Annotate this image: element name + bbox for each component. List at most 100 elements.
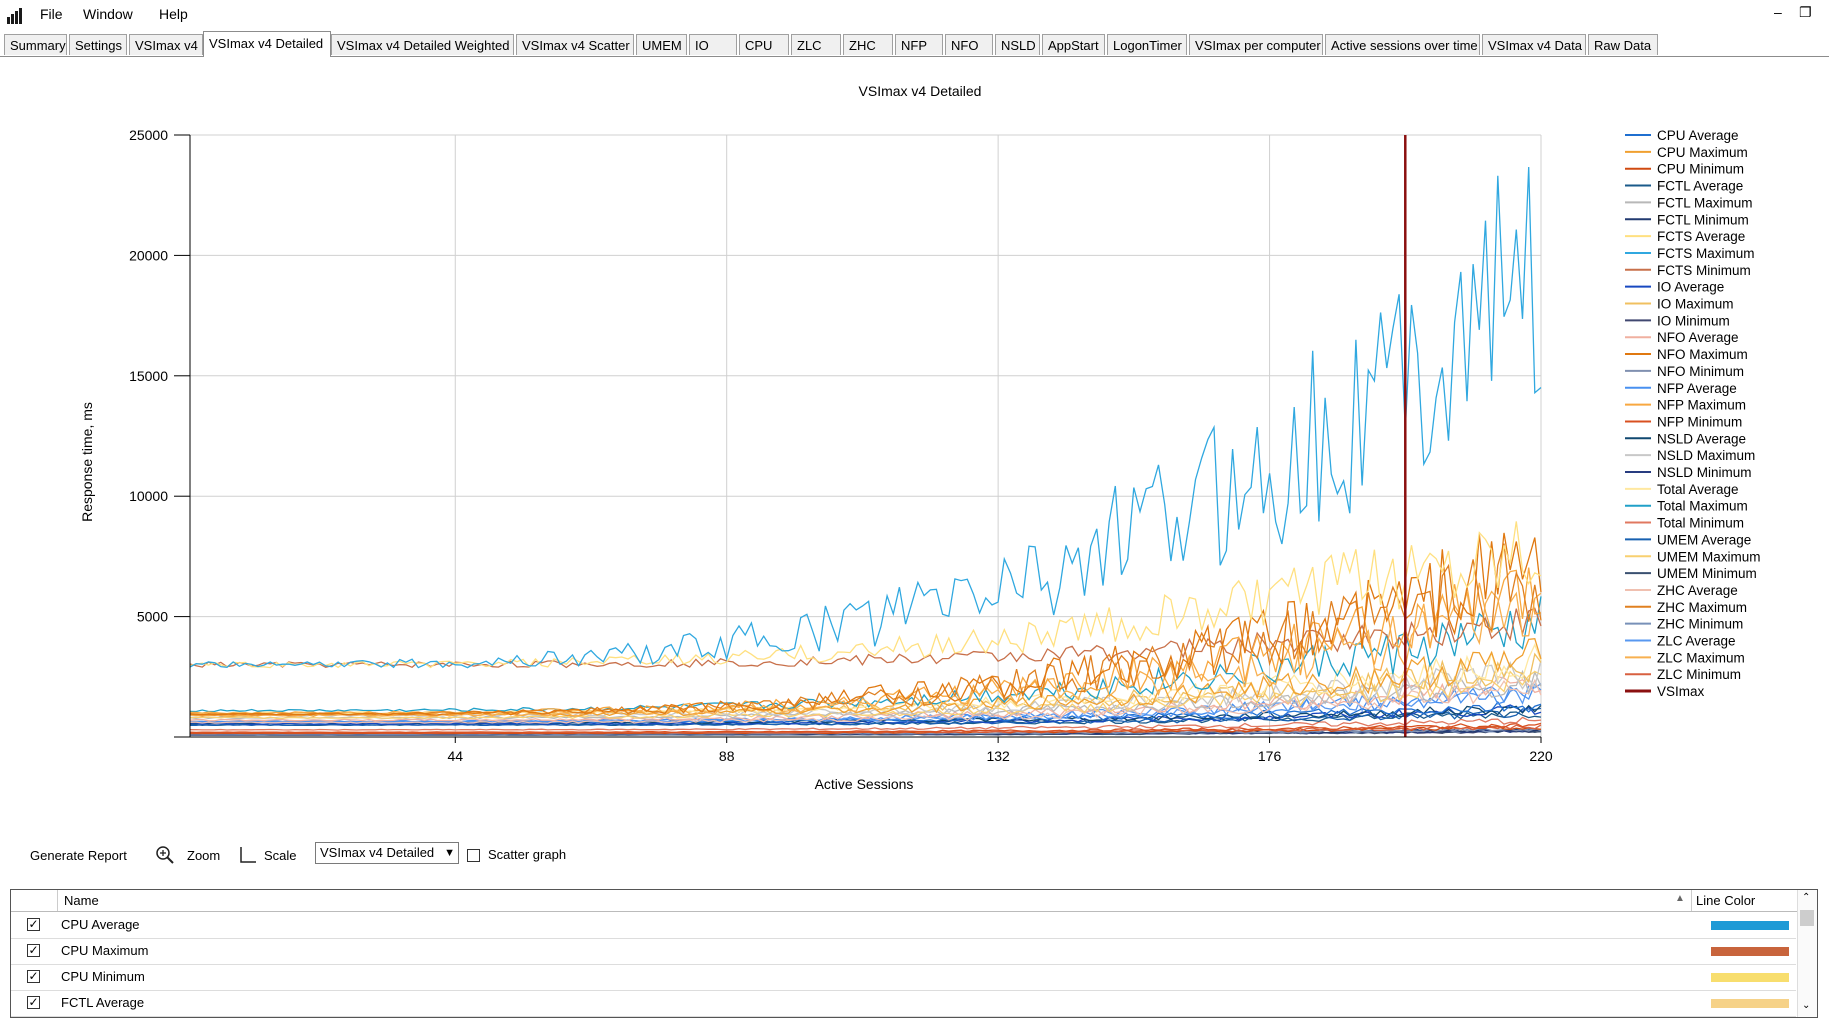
legend-entry[interactable]: ZHC Minimum xyxy=(1657,617,1743,632)
tab-vsimax-v4[interactable]: VSImax v4 xyxy=(129,34,203,55)
zoom-icon[interactable] xyxy=(155,845,175,865)
tab-io[interactable]: IO xyxy=(689,34,737,55)
legend-entry[interactable]: UMEM Average xyxy=(1657,532,1751,547)
zoom-button[interactable]: Zoom xyxy=(187,848,220,863)
y-tick-label: 20000 xyxy=(129,247,168,263)
minimize-icon[interactable]: – xyxy=(1774,4,1782,20)
legend-entry[interactable]: IO Minimum xyxy=(1657,313,1730,328)
row-visible-checkbox[interactable]: ✓ xyxy=(27,918,40,931)
tab-zhc[interactable]: ZHC xyxy=(843,34,893,55)
legend-entry[interactable]: FCTS Minimum xyxy=(1657,263,1751,278)
legend-entry[interactable]: CPU Minimum xyxy=(1657,162,1744,177)
sort-ascending-icon: ▲ xyxy=(1675,893,1685,904)
scatter-graph-checkbox[interactable] xyxy=(467,849,480,862)
tab-cpu[interactable]: CPU xyxy=(739,34,789,55)
series-line-8 xyxy=(189,607,1542,669)
app-bar-chart-icon xyxy=(7,8,22,24)
y-tick-label: 15000 xyxy=(129,368,168,384)
generate-report-button[interactable]: Generate Report xyxy=(30,848,127,863)
tab-logontimer[interactable]: LogonTimer xyxy=(1107,34,1187,55)
legend-entry[interactable]: IO Average xyxy=(1657,280,1724,295)
tab-summary[interactable]: Summary xyxy=(4,34,67,55)
legend-entry[interactable]: FCTS Average xyxy=(1657,229,1745,244)
legend-entry[interactable]: FCTS Maximum xyxy=(1657,246,1755,261)
tab-active-sessions-over-time[interactable]: Active sessions over time xyxy=(1325,34,1480,55)
legend-entry[interactable]: ZHC Maximum xyxy=(1657,600,1747,615)
legend-entry[interactable]: NFO Minimum xyxy=(1657,364,1744,379)
menu-window[interactable]: Window xyxy=(83,6,133,22)
y-tick-label: 5000 xyxy=(137,609,168,625)
legend-entry[interactable]: FCTL Average xyxy=(1657,179,1743,194)
tab-zlc[interactable]: ZLC xyxy=(791,34,841,55)
legend-entry[interactable]: Total Average xyxy=(1657,482,1739,497)
chart-y-axis-label: Response time, ms xyxy=(79,402,95,522)
legend-entry[interactable]: ZHC Average xyxy=(1657,583,1738,598)
legend-entry[interactable]: Total Maximum xyxy=(1657,499,1748,514)
legend-entry[interactable]: ZLC Maximum xyxy=(1657,650,1745,665)
legend-entry[interactable]: FCTL Minimum xyxy=(1657,212,1749,227)
tab-nfp[interactable]: NFP xyxy=(895,34,943,55)
legend-entry[interactable]: UMEM Maximum xyxy=(1657,549,1761,564)
row-series-name: FCTL Average xyxy=(61,995,145,1010)
legend-entry[interactable]: IO Maximum xyxy=(1657,297,1734,312)
restore-icon[interactable]: ❐ xyxy=(1799,4,1812,21)
tab-appstart[interactable]: AppStart xyxy=(1042,34,1105,55)
chart-title: VSImax v4 Detailed xyxy=(859,83,982,99)
view-select-dropdown[interactable]: VSImax v4 Detailed ▼ xyxy=(315,842,459,864)
tab-vsimax-v4-detailed[interactable]: VSImax v4 Detailed xyxy=(203,31,331,57)
menu-file[interactable]: File xyxy=(40,6,63,22)
scroll-down-icon[interactable]: ⌄ xyxy=(1802,1000,1810,1011)
tab-vsimax-per-computer[interactable]: VSImax per computer xyxy=(1189,34,1323,55)
row-line-color-swatch[interactable] xyxy=(1711,999,1789,1008)
legend-entry[interactable]: NFP Average xyxy=(1657,381,1737,396)
scroll-thumb[interactable] xyxy=(1800,910,1814,926)
legend-entry[interactable]: FCTL Maximum xyxy=(1657,195,1753,210)
grid-col-name[interactable]: Name xyxy=(64,893,99,908)
chart-legend[interactable]: CPU Average CPU Maximum CPU Minimum FCTL Av… xyxy=(1625,128,1761,699)
legend-entry[interactable]: UMEM Minimum xyxy=(1657,566,1757,581)
table-row[interactable]: ✓ CPU Average xyxy=(11,912,1796,939)
row-series-name: CPU Average xyxy=(61,917,140,932)
legend-entry[interactable]: NFP Minimum xyxy=(1657,414,1742,429)
table-row[interactable]: ✓ FCTL Average xyxy=(11,990,1796,1017)
row-visible-checkbox[interactable]: ✓ xyxy=(27,944,40,957)
tab-settings[interactable]: Settings xyxy=(69,34,127,55)
chart-series xyxy=(189,135,1542,737)
tab-raw-data[interactable]: Raw Data xyxy=(1588,34,1658,55)
legend-entry[interactable]: NFO Maximum xyxy=(1657,347,1748,362)
legend-entry[interactable]: CPU Maximum xyxy=(1657,145,1748,160)
vsimax-chart[interactable]: VSImax v4 Detailed Active Sessions Respo… xyxy=(0,57,1829,817)
scale-button[interactable]: Scale xyxy=(264,848,297,863)
tab-vsimax-v4-scatter[interactable]: VSImax v4 Scatter xyxy=(516,34,634,55)
row-line-color-swatch[interactable] xyxy=(1711,921,1789,930)
x-tick-label: 132 xyxy=(986,748,1010,764)
table-row[interactable]: ✓ CPU Minimum xyxy=(11,964,1796,991)
legend-entry[interactable]: VSImax xyxy=(1657,684,1705,699)
row-visible-checkbox[interactable]: ✓ xyxy=(27,996,40,1009)
scale-axis-icon[interactable] xyxy=(238,845,258,865)
legend-entry[interactable]: ZLC Minimum xyxy=(1657,667,1741,682)
view-select-value: VSImax v4 Detailed xyxy=(320,845,435,860)
menu-help[interactable]: Help xyxy=(159,6,188,22)
scroll-up-icon[interactable]: ⌃ xyxy=(1802,892,1810,903)
tab-nsld[interactable]: NSLD xyxy=(995,34,1040,55)
tab-vsimax-v4-data[interactable]: VSImax v4 Data xyxy=(1482,34,1586,55)
tab-vsimax-v4-detailed-weighted[interactable]: VSImax v4 Detailed Weighted xyxy=(331,34,514,55)
legend-entry[interactable]: CPU Average xyxy=(1657,128,1739,143)
legend-entry[interactable]: ZLC Average xyxy=(1657,634,1736,649)
legend-entry[interactable]: Total Minimum xyxy=(1657,516,1744,531)
grid-col-line-color[interactable]: Line Color xyxy=(1696,893,1755,908)
table-row[interactable]: ✓ CPU Maximum xyxy=(11,938,1796,965)
tab-nfo[interactable]: NFO xyxy=(945,34,993,55)
legend-entry[interactable]: NFO Average xyxy=(1657,330,1739,345)
row-line-color-swatch[interactable] xyxy=(1711,973,1789,982)
legend-entry[interactable]: NSLD Average xyxy=(1657,431,1746,446)
row-line-color-swatch[interactable] xyxy=(1711,947,1789,956)
row-visible-checkbox[interactable]: ✓ xyxy=(27,970,40,983)
grid-vertical-scrollbar[interactable]: ⌃ ⌄ xyxy=(1797,890,1817,1017)
legend-entry[interactable]: NSLD Maximum xyxy=(1657,448,1755,463)
y-tick-label: 10000 xyxy=(129,488,168,504)
legend-entry[interactable]: NSLD Minimum xyxy=(1657,465,1752,480)
legend-entry[interactable]: NFP Maximum xyxy=(1657,398,1746,413)
tab-umem[interactable]: UMEM xyxy=(636,34,687,55)
